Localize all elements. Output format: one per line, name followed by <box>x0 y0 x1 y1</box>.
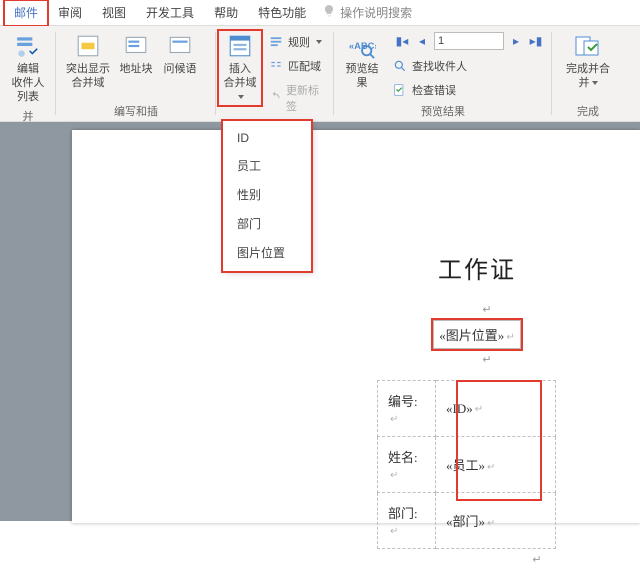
prev-record-button[interactable]: ◂ <box>414 33 430 49</box>
chevron-down-icon <box>238 90 244 104</box>
cell-value[interactable]: «部门» <box>446 514 485 529</box>
chevron-down-icon <box>316 36 322 48</box>
first-record-button[interactable]: ▮◂ <box>394 33 410 49</box>
greeting-line-label: 问候语 <box>164 62 197 76</box>
check-errors-button[interactable]: 检查错误 <box>390 80 548 100</box>
tellme-search[interactable]: 操作说明搜索 <box>322 4 412 21</box>
insert-merge-field-label: 插入 合并域 <box>220 62 260 104</box>
paragraph-mark: ↵ <box>347 303 627 316</box>
lightbulb-icon <box>322 4 336 21</box>
update-labels-button: 更新标签 <box>266 80 324 116</box>
greeting-line-button[interactable]: 问候语 <box>158 30 202 78</box>
menu-item-photo-path[interactable]: 图片位置 <box>223 238 311 267</box>
menu-item-gender[interactable]: 性别 <box>223 180 311 209</box>
cell-label: 编号: <box>388 394 418 409</box>
paragraph-mark-icon: ↵ <box>506 332 514 343</box>
next-record-button[interactable]: ▸ <box>508 33 524 49</box>
tab-view[interactable]: 视图 <box>92 0 136 26</box>
find-recipient-button[interactable]: 查找收件人 <box>390 56 548 76</box>
greeting-icon <box>166 32 194 60</box>
menu-item-employee[interactable]: 员工 <box>223 151 311 180</box>
tab-special[interactable]: 特色功能 <box>248 0 316 26</box>
ribbon-tabs: 邮件 审阅 视图 开发工具 帮助 特色功能 操作说明搜索 <box>0 0 640 26</box>
rules-icon <box>268 34 284 50</box>
highlight-merge-fields-button[interactable]: 突出显示 合并域 <box>62 30 114 92</box>
ribbon: 编辑 收件人列表 并 突出显示 合并域 地址块 问候 <box>0 26 640 122</box>
finish-merge-button[interactable]: 完成并合并 <box>558 30 618 92</box>
search-icon <box>392 58 408 74</box>
document-canvas: 工作证 ↵ «图片位置»↵ ↵ 编号:↵ «ID»↵ 姓名:↵ «员工»↵ <box>0 122 640 521</box>
finish-merge-label: 完成并合并 <box>562 62 614 90</box>
record-number-field[interactable] <box>434 32 504 50</box>
insert-merge-field-button[interactable]: 插入 合并域 <box>218 30 262 106</box>
table-row: 姓名:↵ «员工»↵ <box>378 437 556 493</box>
cell-value[interactable]: «ID» <box>446 401 473 416</box>
check-errors-label: 检查错误 <box>412 82 456 98</box>
paragraph-mark: ↵ <box>447 553 627 566</box>
highlight-merge-fields-label: 突出显示 合并域 <box>66 62 110 90</box>
group-label-preview: 预览结果 <box>340 101 546 119</box>
insert-field-icon <box>226 32 254 60</box>
preview-results-button[interactable]: «ABC» 预览结果 <box>340 30 384 92</box>
edit-recipient-list-label: 编辑 收件人列表 <box>10 62 46 104</box>
tab-help[interactable]: 帮助 <box>204 0 248 26</box>
match-fields-button[interactable]: 匹配域 <box>266 56 324 76</box>
preview-results-label: 预览结果 <box>344 62 380 90</box>
match-fields-label: 匹配域 <box>288 58 321 74</box>
address-block-label: 地址块 <box>120 62 153 76</box>
tab-mailings[interactable]: 邮件 <box>4 0 48 26</box>
card-title[interactable]: 工作证 <box>407 250 547 285</box>
chevron-down-icon <box>592 76 598 90</box>
rules-label: 规则 <box>288 34 310 50</box>
update-labels-label: 更新标签 <box>286 82 322 114</box>
tab-review[interactable]: 审阅 <box>48 0 92 26</box>
last-record-button[interactable]: ▸▮ <box>528 33 544 49</box>
edit-recipient-list-button[interactable]: 编辑 收件人列表 <box>6 30 50 106</box>
find-recipient-label: 查找收件人 <box>412 58 467 74</box>
people-list-icon <box>14 32 42 60</box>
highlight-icon <box>74 32 102 60</box>
menu-item-id[interactable]: ID <box>223 125 311 151</box>
address-block-button[interactable]: 地址块 <box>114 30 158 78</box>
paragraph-mark: ↵ <box>347 353 627 366</box>
image-placeholder-text: «图片位置» <box>439 328 504 343</box>
rules-button[interactable]: 规则 <box>266 32 324 52</box>
check-icon <box>392 82 408 98</box>
cell-label: 姓名: <box>388 450 418 465</box>
match-icon <box>268 58 284 74</box>
group-label-write: 编写和插 <box>62 101 210 119</box>
menu-item-department[interactable]: 部门 <box>223 209 311 238</box>
page[interactable]: 工作证 ↵ «图片位置»↵ ↵ 编号:↵ «ID»↵ 姓名:↵ «员工»↵ <box>72 130 640 523</box>
image-placeholder-field[interactable]: «图片位置»↵ <box>433 320 521 349</box>
cell-label: 部门: <box>388 506 418 521</box>
table-row: 编号:↵ «ID»↵ <box>378 381 556 437</box>
group-label-finish: 完成 <box>558 101 618 119</box>
tab-developer[interactable]: 开发工具 <box>136 0 204 26</box>
address-block-icon <box>122 32 150 60</box>
tellme-label: 操作说明搜索 <box>340 4 412 21</box>
cell-value[interactable]: «员工» <box>446 458 485 473</box>
merge-field-dropdown: ID 员工 性别 部门 图片位置 <box>222 120 312 272</box>
fields-table[interactable]: 编号:↵ «ID»↵ 姓名:↵ «员工»↵ 部门:↵ «部门»↵ <box>377 380 556 549</box>
record-navigator: ▮◂ ◂ ▸ ▸▮ <box>390 30 548 52</box>
preview-icon: «ABC» <box>348 32 376 60</box>
refresh-icon <box>268 90 282 106</box>
finish-merge-icon <box>574 32 602 60</box>
